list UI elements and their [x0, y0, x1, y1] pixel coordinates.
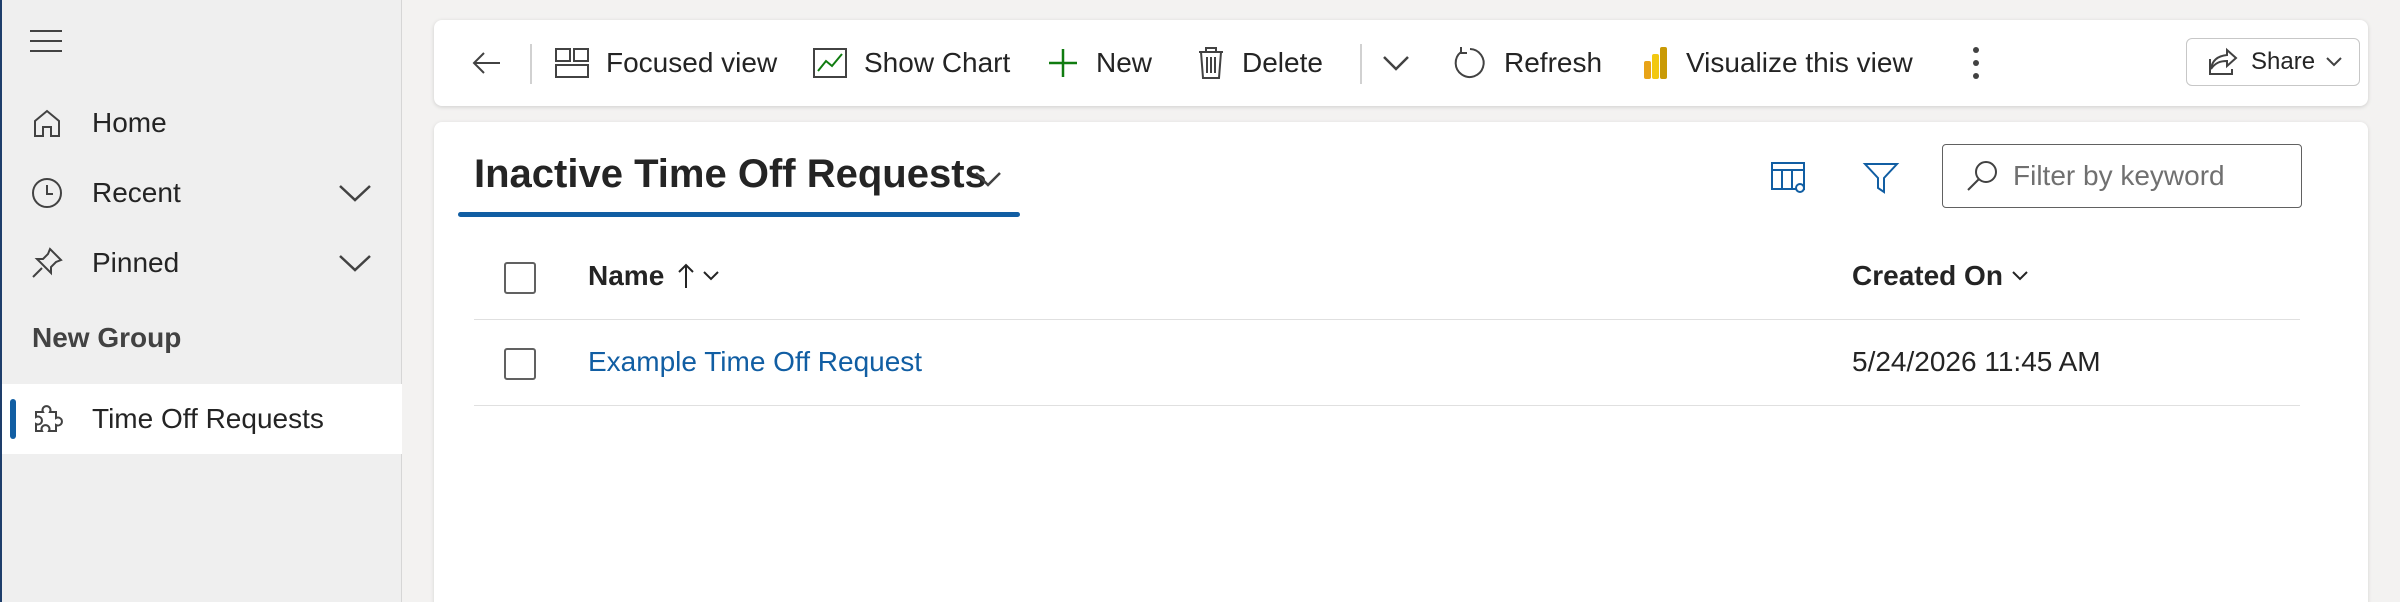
- trash-icon: [1199, 47, 1223, 79]
- show-chart-label: Show Chart: [864, 47, 1011, 78]
- focused-view-label: Focused view: [606, 47, 778, 78]
- column-header-created-on[interactable]: Created On: [1852, 260, 2029, 292]
- row-checkbox[interactable]: [504, 348, 536, 380]
- share-icon: [2209, 47, 2238, 75]
- plus-icon: [1049, 49, 1077, 77]
- sidebar-item-label: Time Off Requests: [92, 403, 324, 434]
- power-bi-icon: [1644, 47, 1667, 79]
- command-bar: Focused view Show Chart New Delete Refre…: [434, 20, 2368, 106]
- back-arrow-icon: [472, 52, 500, 74]
- divider: [530, 44, 532, 84]
- delete-button[interactable]: Delete: [1196, 20, 1323, 106]
- share-button[interactable]: Share: [2186, 38, 2360, 86]
- more-options-button[interactable]: [1970, 20, 1998, 106]
- show-chart-button[interactable]: Show Chart: [812, 20, 1010, 106]
- sidebar-item-label: Home: [92, 107, 167, 138]
- sidebar-item-pinned[interactable]: Pinned: [2, 228, 402, 298]
- delete-label: Delete: [1242, 47, 1323, 78]
- sidebar: Home Recent Pinned New Group Time Off Re…: [0, 0, 402, 602]
- search-input[interactable]: [2013, 160, 2293, 192]
- pin-icon: [32, 247, 63, 278]
- sidebar-item-recent[interactable]: Recent: [2, 158, 402, 228]
- sidebar-group-title: New Group: [32, 322, 182, 353]
- search-field[interactable]: [1942, 144, 2302, 208]
- column-header-label: Created On: [1852, 260, 2003, 291]
- table-row[interactable]: Example Time Off Request 5/24/2026 11:45…: [474, 320, 2300, 406]
- edit-columns-icon[interactable]: [1770, 160, 1808, 196]
- puzzle-icon: [35, 405, 63, 432]
- grid-header-row: Name Created On: [474, 234, 2300, 320]
- chart-icon: [813, 48, 847, 78]
- chevron-down-icon[interactable]: [338, 180, 372, 204]
- share-label: Share: [2251, 48, 2316, 75]
- chevron-down-icon: [703, 271, 719, 281]
- more-commands-chevron[interactable]: [1382, 20, 1426, 106]
- chevron-down-icon[interactable]: [974, 170, 1002, 188]
- main-panel: Inactive Time Off Requests Name Created …: [434, 122, 2368, 602]
- new-label: New: [1096, 47, 1153, 78]
- sort-ascending-icon: [678, 263, 694, 288]
- focused-view-icon: [555, 48, 589, 78]
- sidebar-item-time-off-requests[interactable]: Time Off Requests: [2, 384, 402, 454]
- new-button[interactable]: New: [1046, 20, 1152, 106]
- sidebar-item-label: Pinned: [92, 247, 180, 278]
- view-selector-underline: [458, 212, 1020, 217]
- clock-icon: [32, 178, 62, 208]
- filter-icon[interactable]: [1862, 160, 1900, 196]
- chevron-down-icon[interactable]: [338, 250, 372, 274]
- hamburger-menu-icon[interactable]: [30, 30, 66, 60]
- active-indicator: [10, 399, 16, 439]
- refresh-icon: [1454, 47, 1485, 78]
- column-header-label: Name: [588, 260, 665, 291]
- chevron-down-icon: [2012, 271, 2028, 281]
- chevron-down-icon: [1383, 56, 1409, 71]
- divider: [1360, 44, 1362, 84]
- refresh-button[interactable]: Refresh: [1452, 20, 1602, 106]
- focused-view-button[interactable]: Focused view: [554, 20, 777, 106]
- column-header-name[interactable]: Name: [588, 260, 720, 292]
- sidebar-item-home[interactable]: Home: [2, 88, 402, 158]
- view-selector[interactable]: Inactive Time Off Requests: [474, 152, 987, 197]
- record-name-link[interactable]: Example Time Off Request: [588, 346, 922, 378]
- more-vertical-icon: [1973, 47, 1979, 79]
- visualize-label: Visualize this view: [1686, 47, 1913, 78]
- home-icon: [34, 109, 60, 137]
- chevron-down-icon: [2326, 57, 2342, 67]
- visualize-button[interactable]: Visualize this view: [1642, 20, 1913, 106]
- refresh-label: Refresh: [1504, 47, 1603, 78]
- select-all-checkbox[interactable]: [504, 262, 536, 294]
- created-on-value: 5/24/2026 11:45 AM: [1852, 346, 2101, 377]
- sidebar-item-label: Recent: [92, 177, 181, 208]
- back-button[interactable]: [470, 20, 520, 106]
- search-icon: [1967, 161, 1997, 191]
